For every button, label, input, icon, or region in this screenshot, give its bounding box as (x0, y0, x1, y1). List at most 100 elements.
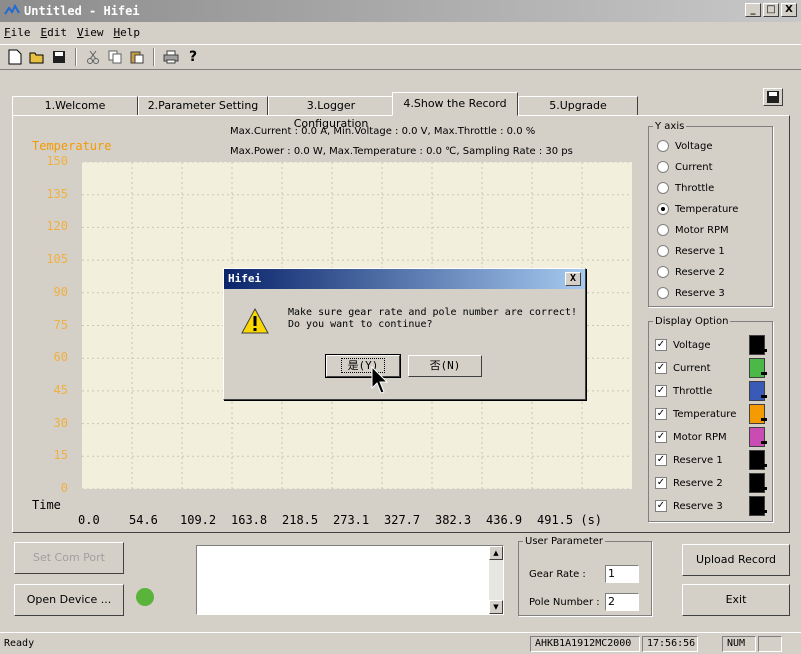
radio-button[interactable] (657, 161, 669, 173)
checkbox[interactable]: ✓ (655, 385, 667, 397)
checkbox[interactable]: ✓ (655, 500, 667, 512)
display-option-item[interactable]: ✓ Voltage (655, 339, 711, 351)
y-axis-option[interactable]: Throttle (657, 182, 714, 194)
color-swatch-button[interactable] (749, 335, 767, 355)
window-title: Untitled - Hifei (24, 4, 140, 18)
checkbox[interactable]: ✓ (655, 339, 667, 351)
x-tick-label: 163.8 (231, 513, 268, 527)
paste-icon[interactable] (128, 48, 146, 66)
display-option-item[interactable]: ✓ Temperature (655, 408, 736, 420)
scroll-up-icon[interactable]: ▲ (489, 546, 503, 560)
checkbox[interactable]: ✓ (655, 454, 667, 466)
checkbox[interactable]: ✓ (655, 408, 667, 420)
radio-label: Reserve 3 (675, 287, 725, 299)
checkbox[interactable]: ✓ (655, 477, 667, 489)
y-axis-option[interactable]: Reserve 2 (657, 266, 725, 278)
display-option-item[interactable]: ✓ Motor RPM (655, 431, 727, 443)
save-record-button[interactable] (763, 88, 783, 106)
status-bar: Ready AHKB1A1912MC2000 17:56:56 NUM (0, 632, 801, 654)
radio-button[interactable] (657, 266, 669, 278)
y-axis-group: Y axis Voltage Current Throttle Temperature… (648, 121, 773, 307)
upload-record-data-button[interactable]: Upload Record Data (682, 544, 790, 596)
y-axis-legend: Y axis (655, 121, 685, 132)
color-swatch-button[interactable] (749, 496, 767, 516)
menu-edit[interactable]: Edit (41, 26, 68, 39)
pole-number-label: Pole Number : (529, 597, 600, 608)
status-device-id: AHKB1A1912MC2000 (530, 636, 640, 652)
user-parameter-legend: User Parameter (525, 536, 603, 547)
maximize-button[interactable]: □ (763, 3, 779, 17)
color-swatch-button[interactable] (749, 473, 767, 493)
color-swatch-button[interactable] (749, 381, 767, 401)
copy-icon[interactable] (106, 48, 124, 66)
status-ready: Ready (4, 638, 35, 649)
display-option-item[interactable]: ✓ Current (655, 362, 711, 374)
checkbox[interactable]: ✓ (655, 362, 667, 374)
display-option-item[interactable]: ✓ Reserve 3 (655, 500, 723, 512)
menu-file[interactable]: File (4, 26, 31, 39)
log-textarea[interactable]: ▲ ▼ (196, 545, 504, 615)
new-file-icon[interactable] (6, 48, 24, 66)
y-tick-label: 60 (53, 350, 68, 365)
status-time: 17:56:56 (642, 636, 698, 652)
close-button[interactable]: X (781, 3, 797, 17)
display-option-item[interactable]: ✓ Reserve 2 (655, 477, 723, 489)
y-axis-option[interactable]: Current (657, 161, 713, 173)
color-swatch-button[interactable] (749, 427, 767, 447)
tab-welcome[interactable]: 1.Welcome (12, 96, 138, 116)
open-device-button[interactable]: Open Device ... (14, 584, 124, 616)
save-icon[interactable] (50, 48, 68, 66)
tab-logger-configuration[interactable]: 3.Logger Configuration (268, 96, 394, 130)
y-axis-option[interactable]: Reserve 1 (657, 245, 725, 257)
checkbox-label: Throttle (673, 385, 713, 397)
log-scrollbar[interactable]: ▲ ▼ (489, 546, 503, 614)
open-folder-icon[interactable] (28, 48, 46, 66)
menu-view[interactable]: View (77, 26, 104, 39)
x-tick-label: 109.2 (180, 513, 217, 527)
radio-button[interactable] (657, 245, 669, 257)
display-option-item[interactable]: ✓ Reserve 1 (655, 454, 723, 466)
tab-show-the-record[interactable]: 4.Show the Record (392, 92, 518, 116)
display-option-group: Display Option ✓ Voltage ✓ Current ✓ Throttle… (648, 316, 773, 522)
y-tick-label: 90 (53, 284, 68, 299)
x-tick-label: 491.5 (s) (537, 513, 603, 527)
radio-label: Throttle (675, 182, 715, 194)
color-swatch-button[interactable] (749, 450, 767, 470)
dialog-message: Make sure gear rate and pole number are … (288, 307, 577, 330)
help-icon[interactable]: ? (184, 48, 202, 66)
tab-upgrade[interactable]: 5.Upgrade (518, 96, 638, 116)
display-option-item[interactable]: ✓ Throttle (655, 385, 712, 397)
print-icon[interactable] (162, 48, 180, 66)
y-axis-option[interactable]: Voltage (657, 140, 713, 152)
radio-button[interactable] (657, 140, 669, 152)
radio-label: Current (675, 161, 713, 173)
pole-number-input[interactable]: 2 (605, 593, 639, 611)
checkbox[interactable]: ✓ (655, 431, 667, 443)
y-axis-option[interactable]: Temperature (657, 203, 738, 215)
checkbox-label: Motor RPM (673, 431, 727, 443)
set-com-port-button[interactable]: Set Com Port (14, 542, 124, 574)
stats-line-2: Max.Power : 0.0 W, Max.Temperature : 0.0… (230, 146, 573, 157)
scroll-down-icon[interactable]: ▼ (489, 600, 503, 614)
checkbox-label: Reserve 2 (673, 477, 723, 489)
radio-button[interactable] (657, 203, 669, 215)
tab-parameter-setting[interactable]: 2.Parameter Setting (138, 96, 268, 116)
dialog-no-button[interactable]: 否(N) (408, 355, 482, 377)
menu-help[interactable]: Help (114, 26, 141, 39)
color-swatch-button[interactable] (749, 404, 767, 424)
gear-rate-label: Gear Rate : (529, 569, 586, 580)
dialog-close-button[interactable]: X (565, 272, 581, 286)
color-swatch-button[interactable] (749, 358, 767, 378)
y-axis-option[interactable]: Reserve 3 (657, 287, 725, 299)
radio-button[interactable] (657, 224, 669, 236)
radio-button[interactable] (657, 287, 669, 299)
radio-label: Motor RPM (675, 224, 729, 236)
exit-button[interactable]: Exit (682, 584, 790, 616)
radio-button[interactable] (657, 182, 669, 194)
y-axis-option[interactable]: Motor RPM (657, 224, 729, 236)
gear-rate-input[interactable]: 1 (605, 565, 639, 583)
cut-icon[interactable] (84, 48, 102, 66)
y-tick-label: 105 (46, 252, 68, 267)
minimize-button[interactable]: _ (745, 3, 761, 17)
checkbox-label: Current (673, 362, 711, 374)
